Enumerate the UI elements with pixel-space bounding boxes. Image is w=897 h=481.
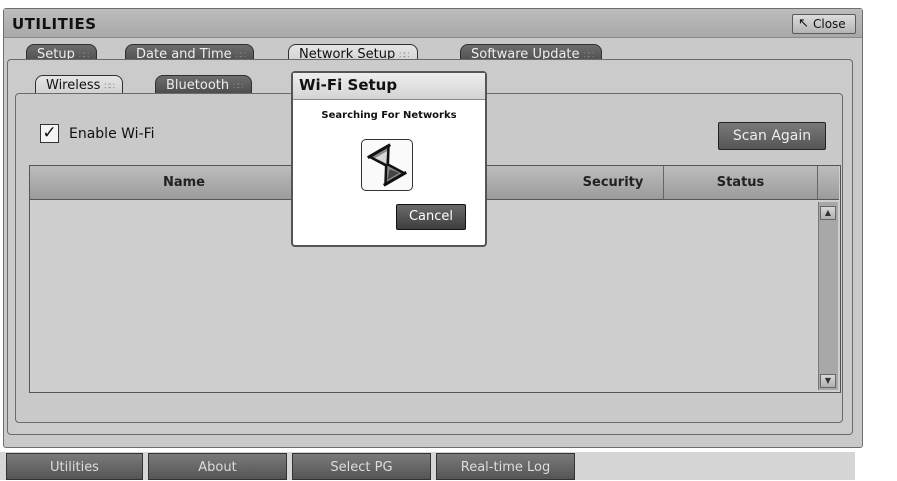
close-label: Close: [813, 17, 846, 31]
subtab-bluetooth[interactable]: Bluetooth ∷∷: [155, 75, 252, 95]
column-header-text: Security: [582, 175, 644, 190]
dialog-title: Wi-Fi Setup: [299, 76, 398, 94]
dialog-message: Searching For Networks: [321, 110, 457, 121]
cancel-button[interactable]: Cancel: [396, 204, 466, 230]
nav-select-pg[interactable]: Select PG: [292, 453, 431, 480]
close-button[interactable]: ↖ Close: [792, 14, 856, 34]
enable-wifi-checkbox[interactable]: ✓: [40, 124, 59, 143]
column-header-status[interactable]: Status: [664, 166, 818, 200]
scroll-down-icon[interactable]: ▼: [820, 374, 836, 388]
scroll-up-icon[interactable]: ▲: [820, 206, 836, 220]
window-title: UTILITIES: [12, 15, 97, 33]
checkmark-icon: ✓: [42, 123, 57, 143]
grip-icon: ∷∷: [233, 82, 244, 92]
enable-wifi-label: Enable Wi-Fi: [69, 126, 155, 142]
scan-again-button[interactable]: Scan Again: [718, 122, 826, 150]
grip-icon: ∷∷: [104, 82, 115, 92]
hourglass-icon: [361, 139, 413, 191]
column-header-spacer: [818, 166, 839, 200]
dialog-header: Wi-Fi Setup: [293, 73, 485, 100]
nav-about[interactable]: About: [148, 453, 287, 480]
subtab-wireless[interactable]: Wireless ∷∷: [35, 75, 123, 95]
nav-utilities[interactable]: Utilities: [6, 453, 143, 480]
subtab-label: Bluetooth: [166, 78, 230, 93]
nav-real-time-log[interactable]: Real-time Log: [436, 453, 575, 480]
title-bar: UTILITIES ↖ Close: [4, 9, 862, 38]
table-scrollbar[interactable]: ▲ ▼: [818, 202, 838, 390]
cursor-arrow-icon: ↖: [798, 16, 809, 31]
subtab-label: Wireless: [46, 78, 101, 93]
